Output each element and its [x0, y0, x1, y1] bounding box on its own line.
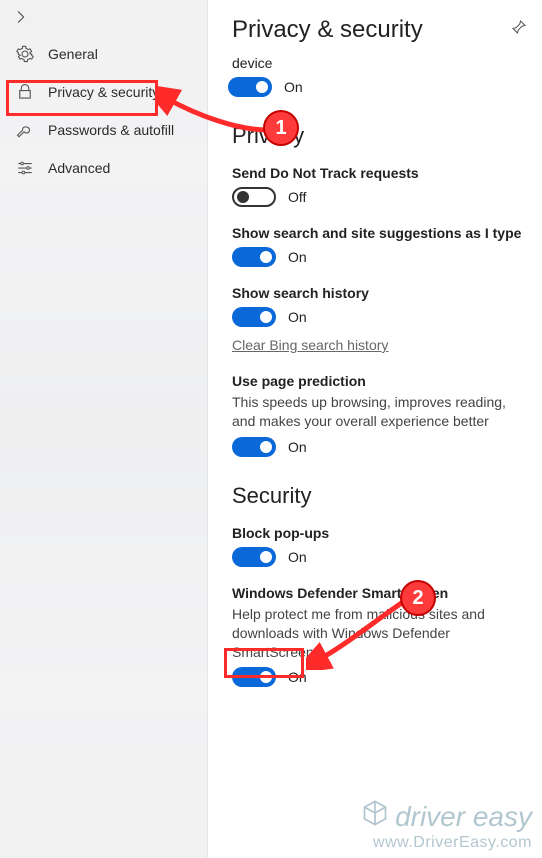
page-title: Privacy & security [232, 16, 423, 44]
setting-title: Show search history [232, 285, 538, 301]
sidebar-item-privacy-security[interactable]: Privacy & security [0, 73, 207, 111]
pin-button[interactable] [506, 14, 532, 45]
setting-title: Show search and site suggestions as I ty… [232, 225, 538, 241]
toggle-label: On [288, 439, 307, 455]
clear-history-link[interactable]: Clear Bing search history [232, 337, 388, 353]
sidebar-item-advanced[interactable]: Advanced [0, 149, 207, 187]
smartscreen-toggle[interactable] [232, 667, 276, 687]
toggle-label: On [288, 249, 307, 265]
setting-title: Windows Defender SmartScreen [232, 585, 538, 601]
key-icon [16, 121, 34, 139]
gear-icon [16, 45, 34, 63]
sidebar-item-label: General [48, 46, 98, 62]
history-toggle[interactable] [232, 307, 276, 327]
sidebar-item-passwords[interactable]: Passwords & autofill [0, 111, 207, 149]
prev-toggle[interactable] [228, 77, 272, 97]
section-heading-security: Security [232, 483, 538, 509]
setting-block-popups: Block pop-ups On [232, 525, 538, 567]
popups-toggle[interactable] [232, 547, 276, 567]
setting-history: Show search history On Clear Bing search… [232, 285, 538, 355]
prediction-toggle[interactable] [232, 437, 276, 457]
prev-section-tail: device [232, 55, 542, 71]
main-panel: Privacy & security device On Privacy Sen… [208, 0, 542, 858]
setting-dnt: Send Do Not Track requests Off [232, 165, 538, 207]
setting-title: Use page prediction [232, 373, 538, 389]
sidebar-item-label: Advanced [48, 160, 110, 176]
toggle-label: Off [288, 189, 306, 205]
toggle-label: On [288, 669, 307, 685]
sidebar-item-label: Privacy & security [48, 84, 159, 100]
setting-suggestions: Show search and site suggestions as I ty… [232, 225, 538, 267]
nav-back-button[interactable] [0, 6, 207, 35]
toggle-label: On [288, 549, 307, 565]
sidebar: General Privacy & security Passwords & a… [0, 0, 208, 858]
suggestions-toggle[interactable] [232, 247, 276, 267]
setting-smartscreen: Windows Defender SmartScreen Help protec… [232, 585, 538, 688]
section-heading-privacy: Privacy [232, 123, 538, 149]
dnt-toggle[interactable] [232, 187, 276, 207]
setting-title: Send Do Not Track requests [232, 165, 538, 181]
setting-desc: This speeds up browsing, improves readin… [232, 393, 532, 431]
pin-icon [510, 23, 528, 40]
sidebar-item-general[interactable]: General [0, 35, 207, 73]
lock-icon [16, 83, 34, 101]
setting-title: Block pop-ups [232, 525, 538, 541]
setting-prediction: Use page prediction This speeds up brows… [232, 373, 538, 457]
sliders-icon [16, 159, 34, 177]
chevron-right-icon [14, 10, 28, 24]
prev-toggle-label: On [284, 79, 303, 95]
setting-desc: Help protect me from malicious sites and… [232, 605, 532, 662]
toggle-label: On [288, 309, 307, 325]
sidebar-item-label: Passwords & autofill [48, 122, 174, 138]
